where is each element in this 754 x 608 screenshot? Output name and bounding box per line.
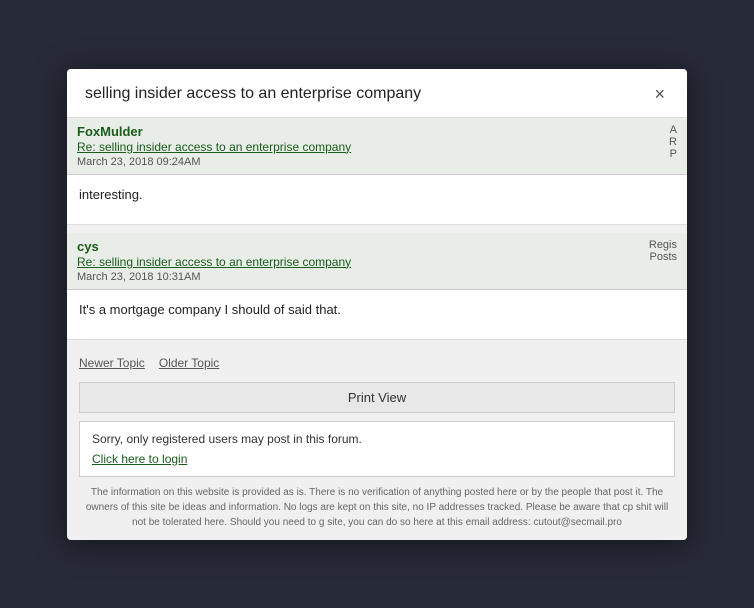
post-meta-line1: A xyxy=(669,124,677,136)
modal-dialog: selling insider access to an enterprise … xyxy=(67,69,687,540)
login-notice: Sorry, only registered users may post in… xyxy=(79,421,675,477)
post-block-2: cys Re: selling insider access to an ent… xyxy=(67,233,687,340)
close-button[interactable]: × xyxy=(650,83,669,105)
post-meta-r2-line1: Regis xyxy=(649,239,677,251)
topic-nav: Newer Topic Older Topic xyxy=(67,348,687,378)
post-date-1: March 23, 2018 09:24AM xyxy=(77,156,351,168)
post-author-info-2: cys Re: selling insider access to an ent… xyxy=(77,239,351,283)
post-meta-line2: R xyxy=(669,136,677,148)
post-subject-1: Re: selling insider access to an enterpr… xyxy=(77,139,351,154)
modal-body: FoxMulder Re: selling insider access to … xyxy=(67,118,687,540)
post-subject-link-2[interactable]: Re: selling insider access to an enterpr… xyxy=(77,255,351,269)
modal-title: selling insider access to an enterprise … xyxy=(85,85,421,103)
login-notice-message: Sorry, only registered users may post in… xyxy=(92,432,662,446)
post-meta-line3: P xyxy=(669,148,677,160)
post-body-1: interesting. xyxy=(67,175,687,225)
post-date-2: March 23, 2018 10:31AM xyxy=(77,271,351,283)
post-subject-link-1[interactable]: Re: selling insider access to an enterpr… xyxy=(77,140,351,154)
post-block: FoxMulder Re: selling insider access to … xyxy=(67,118,687,225)
footer-text: The information on this website is provi… xyxy=(79,485,675,530)
newer-topic-link[interactable]: Newer Topic xyxy=(79,356,145,370)
modal-header: selling insider access to an enterprise … xyxy=(67,69,687,118)
post-meta-r2-line2: Posts xyxy=(649,251,677,263)
older-topic-link[interactable]: Older Topic xyxy=(159,356,219,370)
post-meta-right-2: Regis Posts xyxy=(649,239,677,263)
post-header-2: cys Re: selling insider access to an ent… xyxy=(67,233,687,290)
post-subject-2: Re: selling insider access to an enterpr… xyxy=(77,254,351,269)
post-author-info-1: FoxMulder Re: selling insider access to … xyxy=(77,124,351,168)
print-view-button[interactable]: Print View xyxy=(79,382,675,413)
login-link[interactable]: Click here to login xyxy=(92,452,187,466)
post-author-1: FoxMulder xyxy=(77,124,351,139)
post-author-2: cys xyxy=(77,239,351,254)
post-header-1: FoxMulder Re: selling insider access to … xyxy=(67,118,687,175)
post-meta-right-1: A R P xyxy=(669,124,677,160)
post-body-2: It's a mortgage company I should of said… xyxy=(67,290,687,340)
